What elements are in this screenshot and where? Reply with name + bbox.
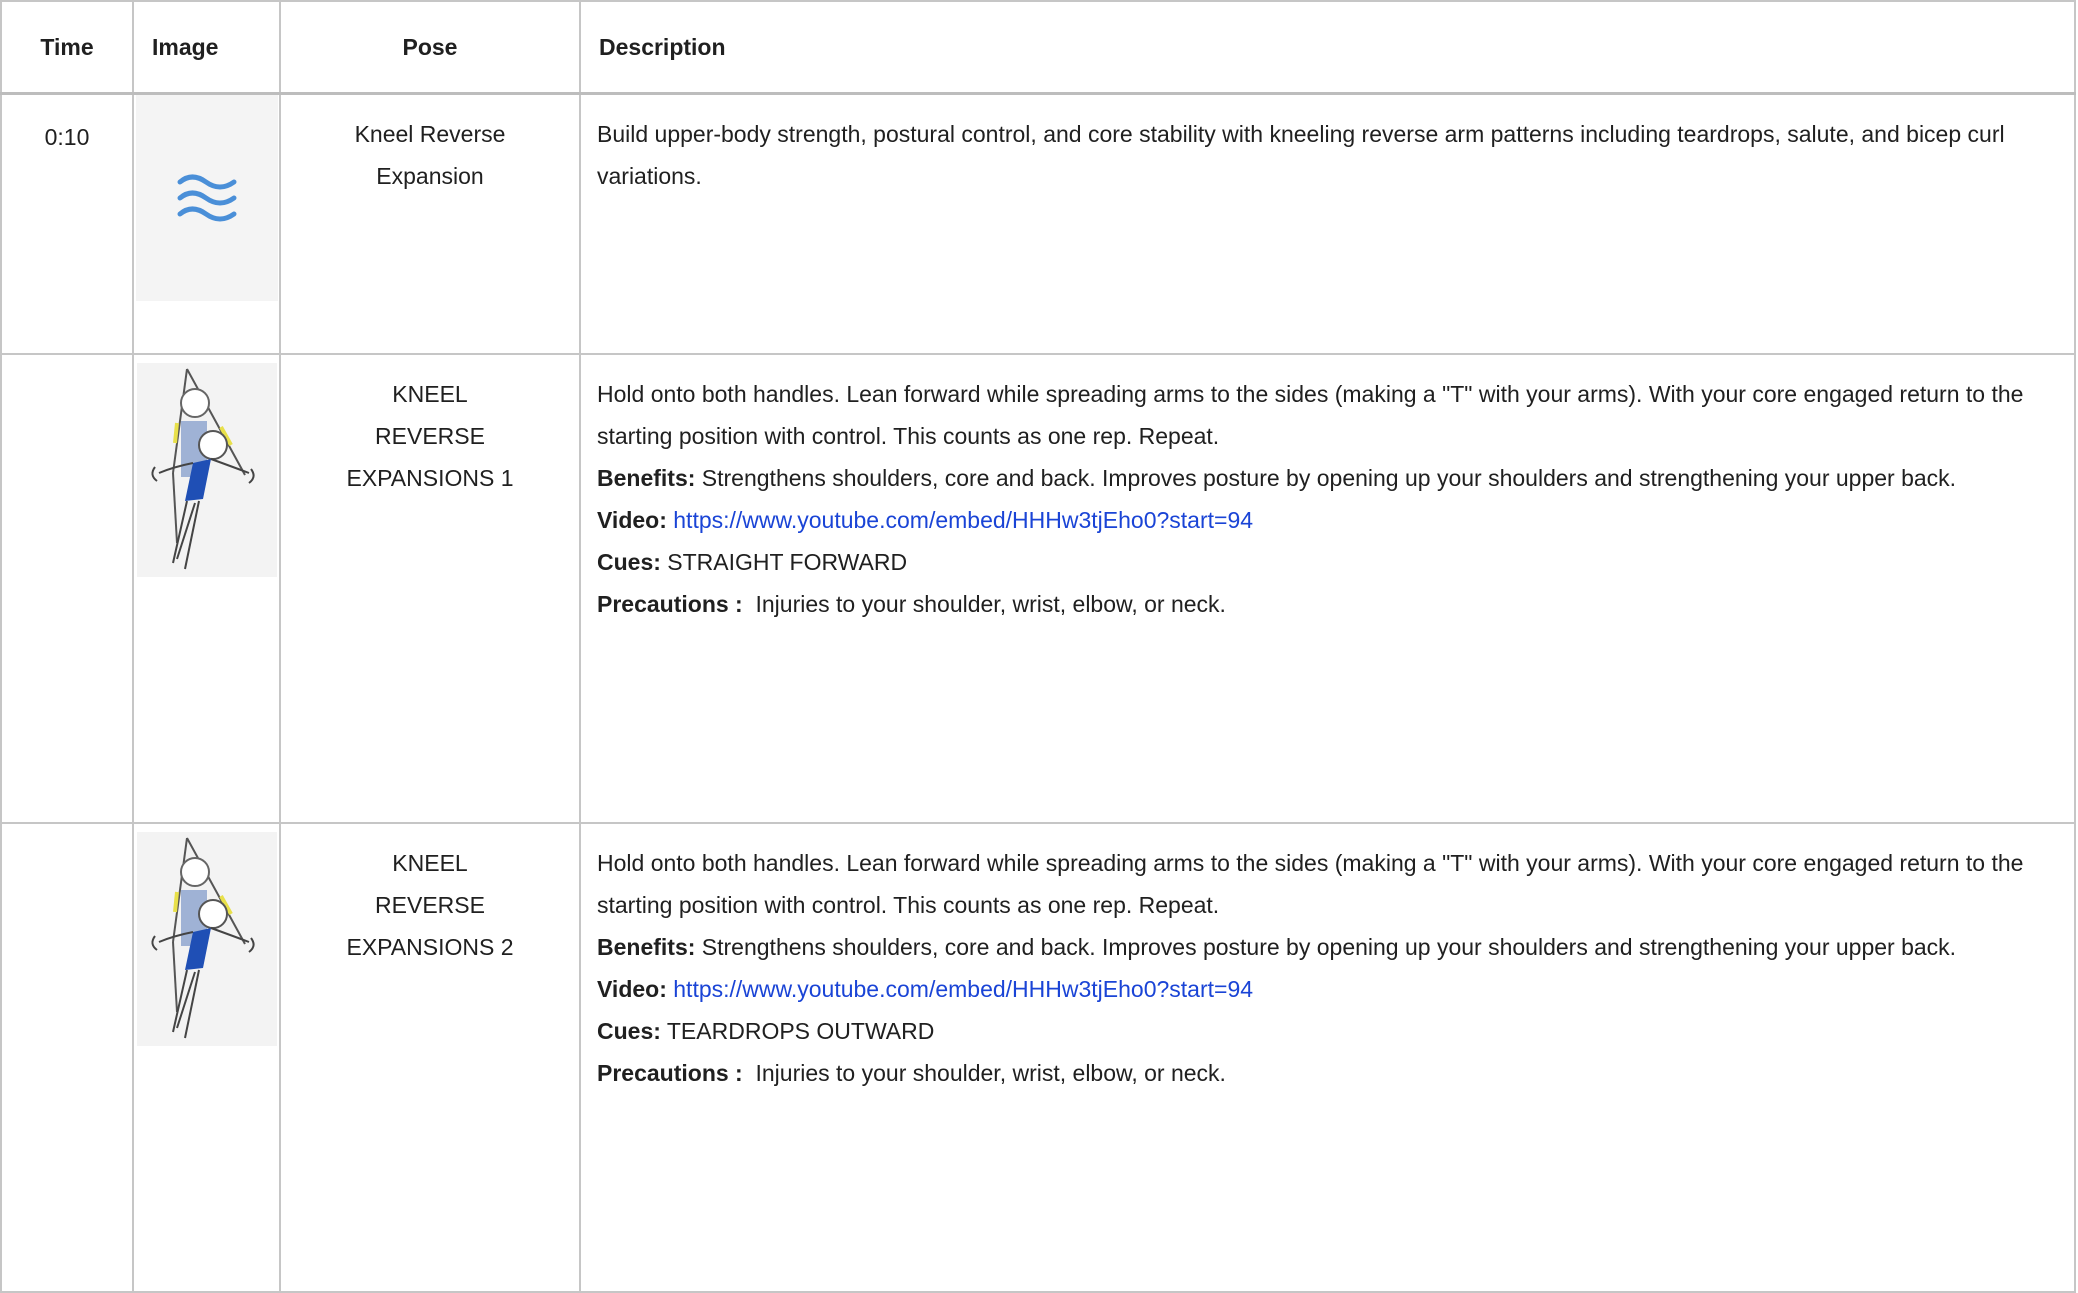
workout-table: Time Image Pose Description 0:10 Kneel R… [0,0,2076,1293]
pose-line: EXPANSIONS 2 [346,934,514,960]
header-image: Image [132,0,281,95]
table-row: KNEEL REVERSE EXPANSIONS 1 Hold onto bot… [0,353,2076,824]
pose-cell: Kneel Reverse Expansion [279,92,581,355]
time-cell: 0:10 [0,92,134,355]
video-line: Video: https://www.youtube.com/embed/HHH… [597,968,2040,1010]
precautions-text: Injuries to your shoulder, wrist, elbow,… [742,591,1226,617]
video-link[interactable]: https://www.youtube.com/embed/HHHw3tjEho… [673,507,1253,533]
precautions-line: Precautions : Injuries to your shoulder,… [597,583,2040,625]
table-row: KNEEL REVERSE EXPANSIONS 2 Hold onto bot… [0,822,2076,1293]
description-cell: Build upper-body strength, postural cont… [579,92,2076,355]
cues-text: TEARDROPS OUTWARD [660,1018,935,1044]
video-line: Video: https://www.youtube.com/embed/HHH… [597,499,2040,541]
video-label: Video: [597,507,667,533]
pose-line: EXPANSIONS 1 [346,465,514,491]
wave-icon [135,95,278,301]
video-link[interactable]: https://www.youtube.com/embed/HHHw3tjEho… [673,976,1253,1002]
description-text: Build upper-body strength, postural cont… [597,121,2005,189]
description-text: Hold onto both handles. Lean forward whi… [597,850,2024,918]
precautions-line: Precautions : Injuries to your shoulder,… [597,1052,2040,1094]
cues-label: Cues: [597,1018,661,1044]
description-text: Hold onto both handles. Lean forward whi… [597,381,2024,449]
pose-line: KNEEL [392,381,468,407]
table-row: 0:10 Kneel Reverse Expansion Build upper… [0,92,2076,355]
cues-line: Cues: TEARDROPS OUTWARD [597,1010,2040,1052]
suspension-trainer-figure-icon [136,363,277,577]
benefits-text: Strengthens shoulders, core and back. Im… [695,934,1957,960]
header-pose: Pose [279,0,581,95]
cues-text: STRAIGHT FORWARD [660,549,908,575]
precautions-label: Precautions : [597,591,743,617]
header-time: Time [0,0,134,95]
cues-label: Cues: [597,549,661,575]
pose-line: REVERSE [375,892,485,918]
pose-cell: KNEEL REVERSE EXPANSIONS 2 [279,822,581,1293]
description-cell: Hold onto both handles. Lean forward whi… [579,353,2076,824]
description-cell: Hold onto both handles. Lean forward whi… [579,822,2076,1293]
cues-line: Cues: STRAIGHT FORWARD [597,541,2040,583]
pose-line: KNEEL [392,850,468,876]
image-cell [132,353,281,824]
pose-cell: KNEEL REVERSE EXPANSIONS 1 [279,353,581,824]
header-description: Description [579,0,2076,95]
benefits-label: Benefits: [597,934,696,960]
table-header-row: Time Image Pose Description [0,0,2076,95]
benefits-text: Strengthens shoulders, core and back. Im… [695,465,1957,491]
suspension-trainer-figure-icon [136,832,277,1046]
time-cell [0,822,134,1293]
precautions-text: Injuries to your shoulder, wrist, elbow,… [742,1060,1226,1086]
benefits-label: Benefits: [597,465,696,491]
benefits-line: Benefits: Strengthens shoulders, core an… [597,926,2040,968]
video-label: Video: [597,976,667,1002]
precautions-label: Precautions : [597,1060,743,1086]
image-cell [132,92,281,355]
pose-line: REVERSE [375,423,485,449]
benefits-line: Benefits: Strengthens shoulders, core an… [597,457,2040,499]
time-cell [0,353,134,824]
image-cell [132,822,281,1293]
